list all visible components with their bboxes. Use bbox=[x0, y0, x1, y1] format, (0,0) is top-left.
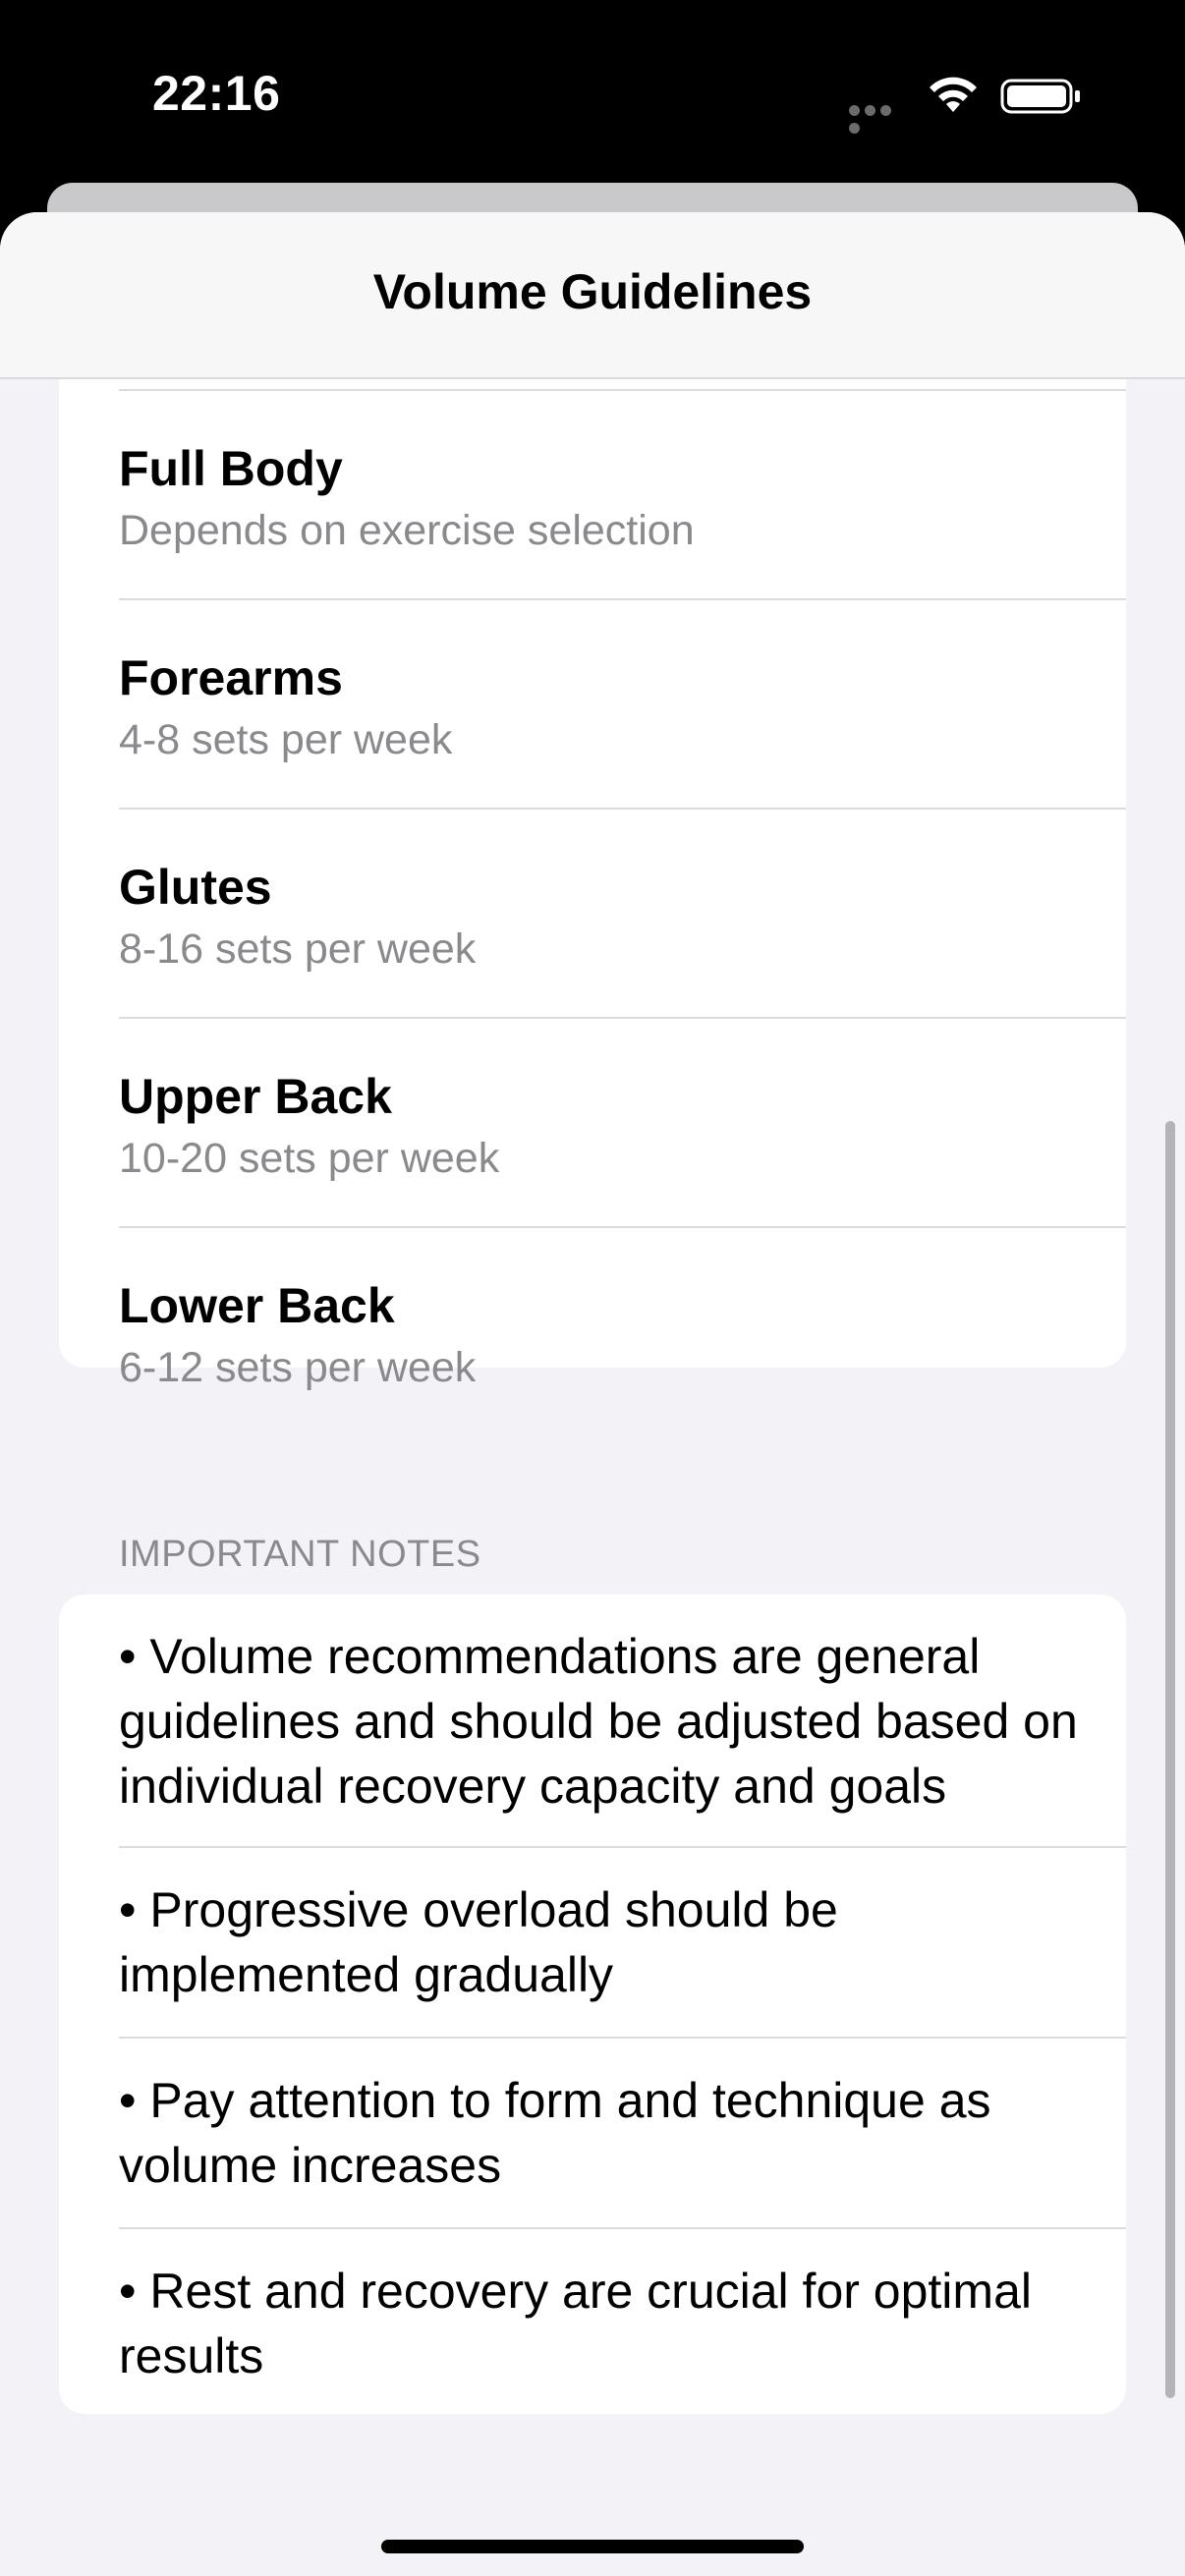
muscle-group-guideline: 10-20 sets per week bbox=[119, 1135, 500, 1182]
note-text: • Pay attention to form and technique as… bbox=[119, 2073, 991, 2193]
muscle-group-name: Lower Back bbox=[119, 1278, 395, 1333]
muscle-group-list: Full Body Depends on exercise selection … bbox=[59, 212, 1126, 1391]
muscle-group-name: Upper Back bbox=[119, 1069, 392, 1124]
muscle-group-guideline: 4-8 sets per week bbox=[119, 716, 453, 763]
muscle-group-name: Full Body bbox=[119, 441, 343, 496]
note-item: • Progressive overload should be impleme… bbox=[59, 1848, 1126, 2037]
home-indicator[interactable] bbox=[381, 2540, 804, 2553]
important-notes-list: • Volume recommendations are general gui… bbox=[59, 1595, 1126, 2414]
muscle-group-guideline: Depends on exercise selection bbox=[119, 507, 695, 554]
navigation-bar: Volume Guidelines bbox=[0, 212, 1185, 379]
section-header-important-notes: IMPORTANT NOTES bbox=[119, 1534, 481, 1575]
note-text: • Progressive overload should be impleme… bbox=[119, 1882, 838, 2002]
battery-icon bbox=[1000, 79, 1080, 114]
list-item: Upper Back 10-20 sets per week bbox=[59, 1019, 1126, 1226]
page-title: Volume Guidelines bbox=[372, 264, 813, 319]
note-text: • Rest and recovery are crucial for opti… bbox=[119, 2264, 1032, 2383]
muscle-group-name: Forearms bbox=[119, 650, 343, 705]
list-item: Forearms 4-8 sets per week bbox=[59, 600, 1126, 808]
status-bar: 22:16 bbox=[0, 0, 1185, 187]
signal-dots-icon bbox=[849, 103, 908, 134]
list-item: Glutes 8-16 sets per week bbox=[59, 810, 1126, 1017]
list-item: Full Body Depends on exercise selection bbox=[59, 391, 1126, 598]
muscle-group-name: Glutes bbox=[119, 860, 272, 915]
note-text: • Volume recommendations are general gui… bbox=[119, 1629, 1078, 1814]
note-item: • Volume recommendations are general gui… bbox=[59, 1595, 1126, 1846]
scrollbar[interactable] bbox=[1165, 1121, 1175, 2398]
muscle-group-guideline: 6-12 sets per week bbox=[119, 1344, 477, 1391]
guidelines-sheet: Volume Guidelines Full Body Depends on e… bbox=[0, 212, 1185, 2576]
list-item: Lower Back 6-12 sets per week bbox=[59, 1228, 1126, 1391]
note-item: • Rest and recovery are crucial for opti… bbox=[59, 2229, 1126, 2414]
status-time: 22:16 bbox=[152, 66, 281, 121]
wifi-icon bbox=[930, 77, 977, 112]
note-item: • Pay attention to form and technique as… bbox=[59, 2039, 1126, 2227]
muscle-group-guideline: 8-16 sets per week bbox=[119, 925, 477, 973]
